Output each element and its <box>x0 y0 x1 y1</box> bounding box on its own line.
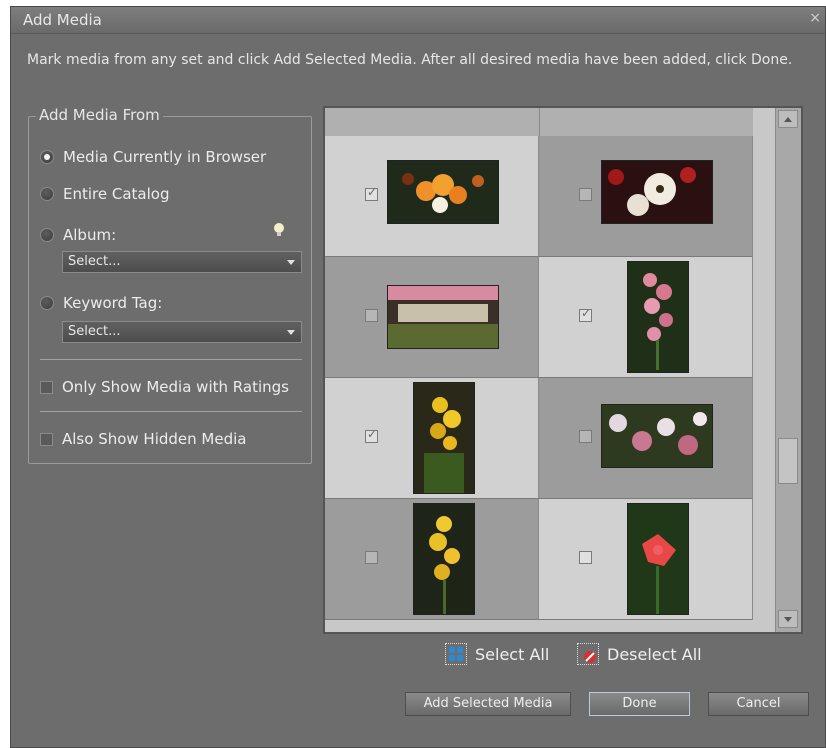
radio-album[interactable]: Album: <box>40 226 116 244</box>
white-daisies-image <box>602 161 712 223</box>
checkbox-label: Also Show Hidden Media <box>62 430 247 448</box>
select-all-label: Select All <box>475 644 550 664</box>
media-checkbox[interactable] <box>365 551 378 564</box>
radio-label: Album: <box>63 226 117 244</box>
radio-label: Keyword Tag: <box>63 294 163 312</box>
media-tile[interactable] <box>539 378 753 499</box>
media-tile[interactable] <box>325 257 539 378</box>
chevron-down-icon <box>287 330 295 335</box>
vertical-scrollbar[interactable] <box>775 108 801 632</box>
media-tile[interactable] <box>325 499 539 620</box>
yellow-orchid-image <box>414 383 474 493</box>
only-ratings-checkbox[interactable]: Only Show Media with Ratings <box>40 378 289 396</box>
media-thumbnail[interactable] <box>601 160 713 224</box>
divider <box>40 359 302 360</box>
media-tile[interactable] <box>539 257 753 378</box>
select-all-icon <box>445 643 467 665</box>
radio-label: Entire Catalog <box>63 185 170 203</box>
media-tile[interactable] <box>325 378 539 499</box>
radio-button-selected[interactable] <box>40 150 54 164</box>
title-bar[interactable]: Add Media × <box>11 7 825 34</box>
chevron-down-icon <box>287 260 295 265</box>
album-select[interactable]: Select... <box>62 251 302 273</box>
lightbulb-icon[interactable] <box>272 222 286 238</box>
deselect-all-icon <box>577 643 599 665</box>
yellow-orchid-spike-image <box>414 504 474 614</box>
media-checkbox[interactable] <box>579 430 592 443</box>
radio-keyword-tag[interactable]: Keyword Tag: <box>40 294 162 312</box>
scroll-thumb[interactable] <box>778 438 798 484</box>
red-lily-image <box>628 504 688 614</box>
media-checkbox[interactable] <box>579 306 592 322</box>
media-thumbnail[interactable] <box>627 261 689 373</box>
keyword-tag-select[interactable]: Select... <box>62 321 302 343</box>
dialog-title: Add Media <box>23 11 102 29</box>
checkbox[interactable] <box>40 380 53 394</box>
cancel-button[interactable]: Cancel <box>708 692 809 716</box>
white-pink-orchids-image <box>602 405 712 467</box>
media-tile[interactable] <box>539 499 753 620</box>
media-checkbox[interactable] <box>365 309 378 322</box>
instructions-text: Mark media from any set and click Add Se… <box>27 52 793 68</box>
scroll-up-icon[interactable] <box>778 110 798 128</box>
radio-button[interactable] <box>40 228 54 242</box>
media-checkbox[interactable] <box>365 185 378 201</box>
checkbox-label: Only Show Media with Ratings <box>62 378 289 396</box>
garden-bed-image <box>388 286 498 348</box>
media-tile[interactable] <box>539 136 753 257</box>
pink-orchid-image <box>628 262 688 372</box>
orange-daisies-image <box>388 161 498 223</box>
radio-media-in-browser[interactable]: Media Currently in Browser <box>40 148 266 166</box>
media-grid[interactable] <box>323 106 803 634</box>
radio-label: Media Currently in Browser <box>63 148 267 166</box>
deselect-all-button[interactable]: Deselect All <box>577 643 702 665</box>
deselect-all-label: Deselect All <box>607 644 702 664</box>
media-thumbnail[interactable] <box>387 285 499 349</box>
media-checkbox[interactable] <box>579 551 592 564</box>
checkbox[interactable] <box>40 432 53 446</box>
radio-button[interactable] <box>40 296 54 310</box>
select-all-button[interactable]: Select All <box>445 643 549 665</box>
media-thumbnail[interactable] <box>387 160 499 224</box>
radio-entire-catalog[interactable]: Entire Catalog <box>40 185 169 203</box>
media-thumbnail[interactable] <box>601 404 713 468</box>
media-thumbnail[interactable] <box>413 503 475 615</box>
hidden-media-checkbox[interactable]: Also Show Hidden Media <box>40 430 246 448</box>
divider <box>40 411 302 412</box>
group-legend: Add Media From <box>36 106 163 124</box>
media-thumbnail[interactable] <box>627 503 689 615</box>
media-thumbnail[interactable] <box>413 382 475 494</box>
keyword-select-value: Select... <box>68 324 121 339</box>
radio-button[interactable] <box>40 187 54 201</box>
scroll-down-icon[interactable] <box>778 610 798 628</box>
done-button[interactable]: Done <box>589 692 690 716</box>
media-checkbox[interactable] <box>365 427 378 443</box>
add-selected-media-button[interactable]: Add Selected Media <box>405 692 571 716</box>
album-select-value: Select... <box>68 254 121 269</box>
grid-header <box>325 108 753 136</box>
media-checkbox[interactable] <box>579 188 592 201</box>
media-tile[interactable] <box>325 136 539 257</box>
close-icon[interactable]: × <box>809 10 821 26</box>
